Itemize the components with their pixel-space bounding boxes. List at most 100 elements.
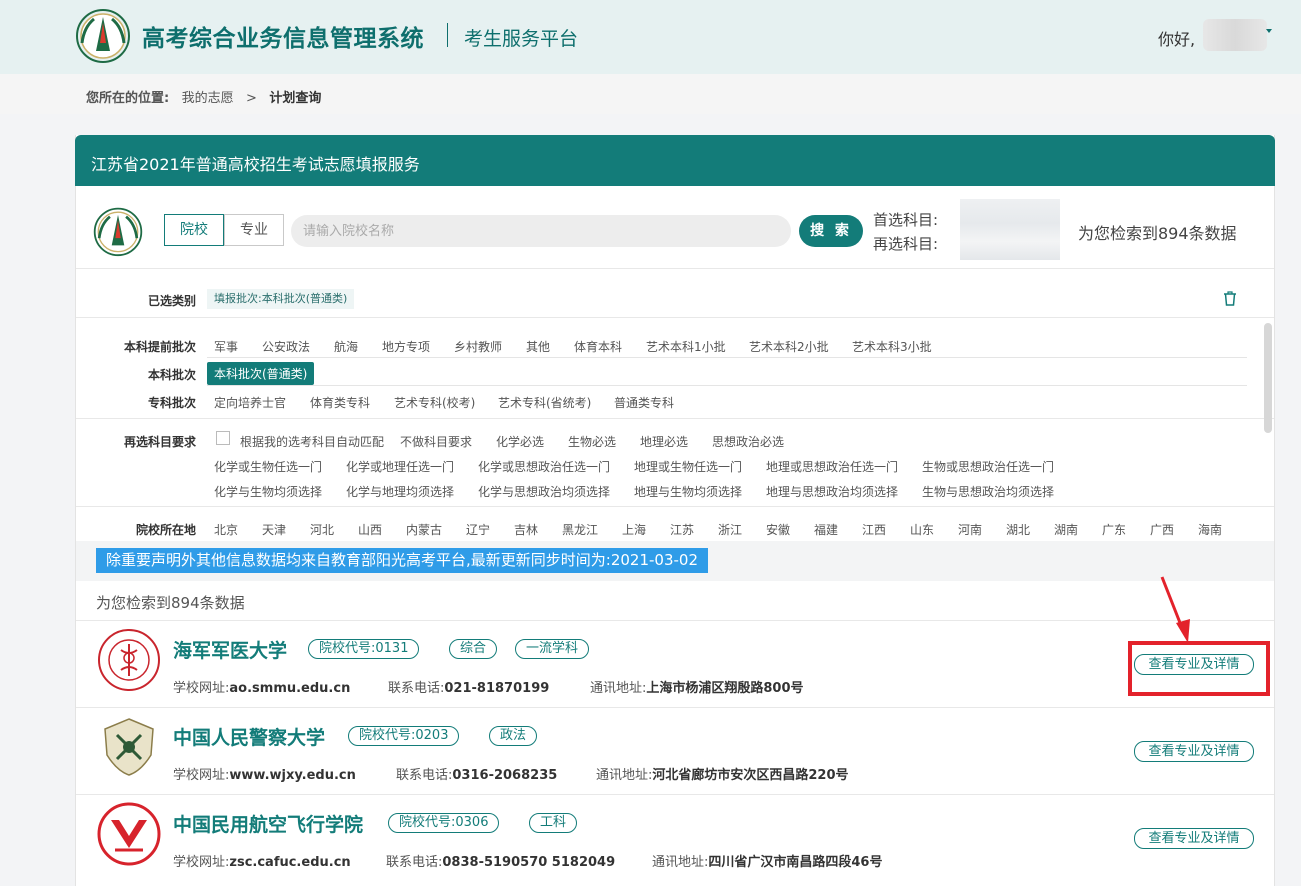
filter-option[interactable]: 生物与思想政治均须选择	[922, 483, 1054, 500]
filter-scrollbar[interactable]	[1264, 323, 1272, 433]
school-logo-police	[104, 718, 154, 776]
filter-option[interactable]: 航海	[334, 338, 358, 355]
breadcrumb-separator: >	[246, 91, 257, 106]
school-code-tag: 院校代号:0131	[308, 639, 420, 659]
view-details-button[interactable]: 查看专业及详情	[1134, 828, 1254, 849]
location-option[interactable]: 江西	[862, 521, 886, 538]
filter-option[interactable]: 艺术本科2小批	[749, 338, 829, 355]
view-details-button[interactable]: 查看专业及详情	[1134, 741, 1254, 762]
filter-option[interactable]: 艺术专科(校考)	[394, 394, 475, 411]
location-option[interactable]: 河南	[958, 521, 982, 538]
title-divider	[447, 23, 448, 47]
trash-icon[interactable]	[1223, 291, 1237, 306]
filter-option[interactable]: 化学与思想政治均须选择	[478, 483, 610, 500]
filter-option[interactable]: 化学或生物任选一门	[214, 458, 322, 475]
location-option[interactable]: 江苏	[670, 521, 694, 538]
location-option[interactable]: 吉林	[514, 521, 538, 538]
location-option[interactable]: 上海	[622, 521, 646, 538]
school-name[interactable]: 中国人民警察大学	[173, 723, 325, 750]
location-option[interactable]: 广东	[1102, 521, 1126, 538]
highlight-box	[1128, 641, 1270, 696]
filter-option[interactable]: 思想政治必选	[712, 433, 784, 450]
filter-option[interactable]: 地理或思想政治任选一门	[766, 458, 898, 475]
location-option[interactable]: 海南	[1198, 521, 1222, 538]
filter-option[interactable]: 艺术本科1小批	[646, 338, 726, 355]
auto-match-checkbox[interactable]	[216, 431, 230, 445]
location-option[interactable]: 辽宁	[466, 521, 490, 538]
system-title: 高考综合业务信息管理系统	[142, 26, 424, 52]
school-website: 学校网址:www.wjxy.edu.cn	[173, 768, 356, 783]
school-type-tag: 政法	[489, 726, 538, 746]
school-name[interactable]: 中国民用航空飞行学院	[173, 810, 363, 837]
location-option[interactable]: 山东	[910, 521, 934, 538]
data-source-notice: 除重要声明外其他信息数据均来自教育部阳光高考平台,最新更新同步时间为:2021-…	[96, 548, 708, 573]
filter-option[interactable]: 乡村教师	[454, 338, 502, 355]
filter-option[interactable]: 艺术本科3小批	[852, 338, 932, 355]
filter-option[interactable]: 生物或思想政治任选一门	[922, 458, 1054, 475]
location-option[interactable]: 广西	[1150, 521, 1174, 538]
location-option[interactable]: 湖南	[1054, 521, 1078, 538]
school-discipline-tag: 一流学科	[515, 639, 590, 659]
filter-option[interactable]: 生物必选	[568, 433, 616, 450]
junior-batch-label: 专科批次	[147, 396, 196, 410]
undergrad-batch-label: 本科批次	[147, 368, 196, 382]
location-option[interactable]: 内蒙古	[406, 521, 442, 538]
school-phone: 联系电话:0838-5190570 5182049	[386, 855, 616, 870]
annotation-arrow-icon	[1160, 576, 1190, 643]
filter-option[interactable]: 化学必选	[496, 433, 544, 450]
location-label: 院校所在地	[135, 523, 196, 537]
filter-option[interactable]: 体育类专科	[310, 394, 370, 411]
school-phone: 联系电话:021-81870199	[388, 681, 550, 696]
breadcrumb-label: 您所在的位置:	[86, 91, 170, 106]
location-option[interactable]: 安徽	[766, 521, 790, 538]
tab-major[interactable]: 专业	[224, 214, 284, 246]
filter-option[interactable]: 艺术专科(省统考)	[498, 394, 591, 411]
filter-option[interactable]: 地理必选	[640, 433, 688, 450]
greeting-text: 你好,	[1158, 30, 1196, 49]
divider	[76, 418, 1274, 419]
filter-option[interactable]: 军事	[214, 338, 238, 355]
filter-option[interactable]: 化学与地理均须选择	[346, 483, 454, 500]
panel-title: 江苏省2021年普通高校招生考试志愿填报服务	[91, 155, 420, 174]
filter-option[interactable]: 定向培养士官	[214, 394, 286, 411]
breadcrumb-parent-link[interactable]: 我的志愿	[182, 91, 234, 106]
location-option[interactable]: 天津	[262, 521, 286, 538]
filter-option[interactable]: 化学或思想政治任选一门	[478, 458, 610, 475]
filter-option[interactable]: 公安政法	[262, 338, 310, 355]
search-button[interactable]: 搜 索	[799, 215, 863, 247]
location-option[interactable]: 福建	[814, 521, 838, 538]
filter-option[interactable]: 地方专项	[382, 338, 430, 355]
filter-option[interactable]: 化学与生物均须选择	[214, 483, 322, 500]
user-menu-caret-icon[interactable]	[1266, 29, 1272, 33]
location-option[interactable]: 湖北	[1006, 521, 1030, 538]
filter-option[interactable]: 其他	[526, 338, 550, 355]
filter-option-active[interactable]: 本科批次(普通类)	[207, 362, 315, 385]
location-option[interactable]: 山西	[358, 521, 382, 538]
filter-option[interactable]: 地理与思想政治均须选择	[766, 483, 898, 500]
user-name-blurred[interactable]	[1203, 19, 1267, 51]
school-type-tag: 综合	[449, 639, 498, 659]
school-logo-smmu	[98, 629, 160, 691]
location-option[interactable]: 黑龙江	[562, 521, 598, 538]
filter-option[interactable]: 地理与生物均须选择	[634, 483, 742, 500]
location-option[interactable]: 浙江	[718, 521, 742, 538]
location-option[interactable]: 河北	[310, 521, 334, 538]
school-website: 学校网址:ao.smmu.edu.cn	[173, 681, 351, 696]
school-search-input[interactable]	[291, 215, 791, 247]
filter-option[interactable]: 体育本科	[574, 338, 622, 355]
school-address: 通讯地址:上海市杨浦区翔殷路800号	[590, 681, 804, 696]
filter-option[interactable]: 不做科目要求	[400, 433, 472, 450]
location-option[interactable]: 北京	[214, 521, 238, 538]
school-type-tag: 工科	[529, 813, 578, 833]
selected-batch-chip[interactable]: 填报批次:本科批次(普通类)	[207, 289, 355, 309]
panel-header: 江苏省2021年普通高校招生考试志愿填报服务	[75, 135, 1275, 186]
result-count: 为您检索到894条数据	[96, 594, 245, 612]
first-subject-label: 首选科目:	[873, 211, 939, 229]
school-code-tag: 院校代号:0306	[388, 813, 500, 833]
filter-option[interactable]: 根据我的选考科目自动匹配	[240, 433, 384, 450]
filter-option[interactable]: 化学或地理任选一门	[346, 458, 454, 475]
tab-school[interactable]: 院校	[164, 214, 224, 246]
filter-option[interactable]: 普通类专科	[614, 394, 674, 411]
filter-option[interactable]: 地理或生物任选一门	[634, 458, 742, 475]
school-name[interactable]: 海军军医大学	[173, 636, 287, 663]
